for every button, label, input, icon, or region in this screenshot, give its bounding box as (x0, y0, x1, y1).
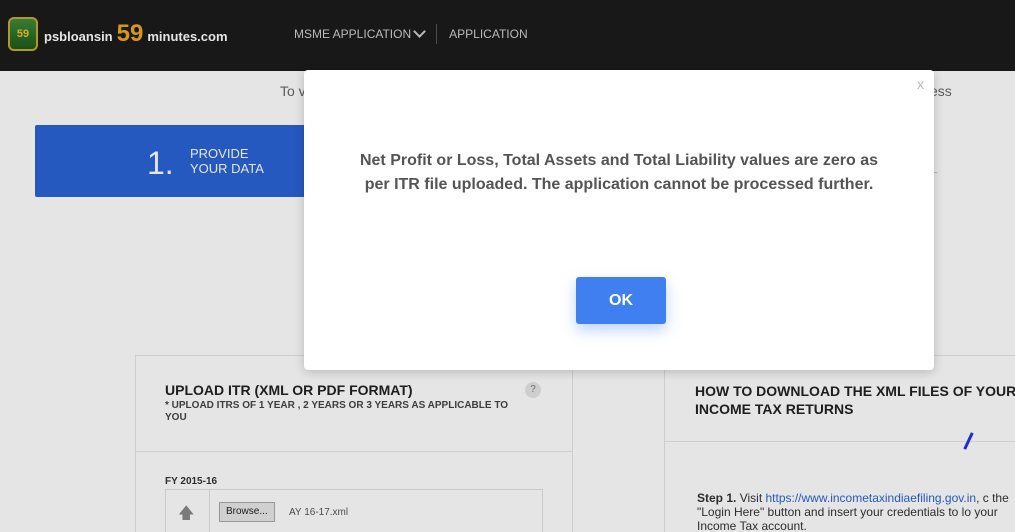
modal-backdrop[interactable]: x Net Profit or Loss, Total Assets and T… (0, 0, 1015, 532)
alert-modal: x Net Profit or Loss, Total Assets and T… (304, 70, 934, 370)
ok-button[interactable]: OK (576, 277, 666, 324)
modal-message: Net Profit or Loss, Total Assets and Tot… (359, 152, 879, 193)
close-icon[interactable]: x (917, 76, 924, 92)
